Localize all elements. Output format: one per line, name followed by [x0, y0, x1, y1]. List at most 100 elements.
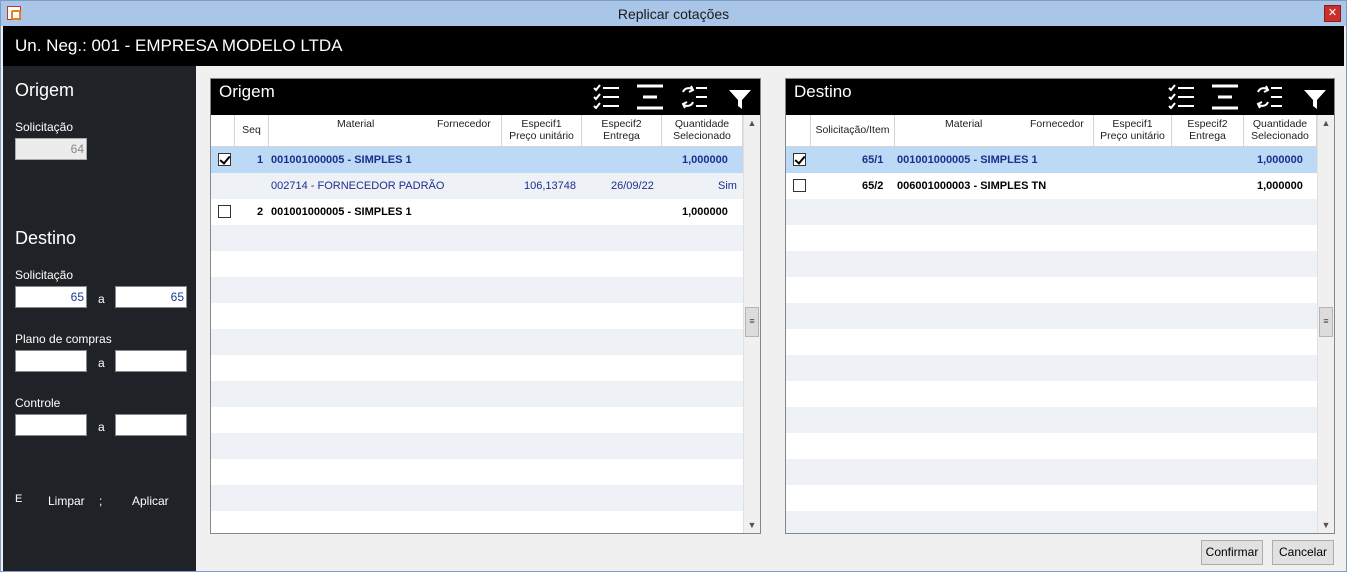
material-column-label: Material [337, 118, 375, 130]
range-separator: a [98, 420, 105, 434]
row-checkbox[interactable] [218, 205, 231, 218]
scroll-thumb[interactable]: ≡ [1319, 307, 1333, 337]
check-list-icon[interactable] [1166, 82, 1196, 112]
material-fornecedor-column-header[interactable]: Material Fornecedor [895, 115, 1094, 147]
origem-vertical-scrollbar[interactable]: ▲ ≡ ▼ [743, 115, 760, 533]
filter-icon[interactable] [725, 82, 755, 112]
espec2-column-header[interactable]: Especif2 Entrega [582, 115, 662, 147]
espec2-column-label: Especif2 [601, 118, 642, 130]
filter-icon[interactable] [1300, 82, 1330, 112]
origem-grid-header: Origem [211, 79, 760, 115]
espec1-column-header[interactable]: Especif1 Preço unitário [1094, 115, 1172, 147]
check-list-icon[interactable] [591, 82, 621, 112]
limpar-link[interactable]: Limpar [48, 494, 85, 508]
empty-row [786, 355, 1317, 381]
empty-row [211, 381, 743, 407]
destino-grid-header: Destino [786, 79, 1334, 115]
table-row[interactable]: 65/2 006001000003 - SIMPLES TN 1,000000 [786, 173, 1317, 199]
table-row[interactable]: 1 001001000005 - SIMPLES 1 1,000000 [211, 147, 743, 173]
origem-grid: Origem Seq Material Fornecedor Especif1 [210, 78, 761, 534]
material-cell: 001001000005 - SIMPLES 1 [271, 206, 412, 218]
select-column-header[interactable] [211, 115, 235, 147]
select-column-header[interactable] [786, 115, 811, 147]
destino-solicitacao-to-field[interactable] [115, 286, 187, 308]
quantidade-column-label: Quantidade [1252, 118, 1308, 130]
aplicar-link[interactable]: Aplicar [132, 494, 169, 508]
confirmar-button[interactable]: Confirmar [1201, 540, 1263, 565]
seq-column-header[interactable]: Seq [235, 115, 269, 147]
destino-solicitacao-label: Solicitação [15, 268, 74, 282]
scroll-thumb[interactable]: ≡ [745, 307, 759, 337]
material-fornecedor-column-header[interactable]: Material Fornecedor [269, 115, 502, 147]
row-checkbox[interactable] [218, 153, 231, 166]
empty-row [211, 277, 743, 303]
plano-compras-from-field[interactable] [15, 350, 87, 372]
empty-row [786, 433, 1317, 459]
empty-row [211, 251, 743, 277]
origem-solicitacao-field [15, 138, 87, 160]
destino-grid: Destino Solicitação/Item Material Fornec… [785, 78, 1335, 534]
empty-row [786, 251, 1317, 277]
replicar-cotacoes-window: Replicar cotações ✕ Un. Neg.: 001 - EMPR… [0, 0, 1347, 572]
destino-section-title: Destino [15, 228, 77, 248]
refresh-list-icon[interactable] [679, 82, 709, 112]
scroll-up-icon[interactable]: ▲ [1318, 115, 1334, 131]
empty-row [786, 199, 1317, 225]
destino-rows: 65/1 001001000005 - SIMPLES 1 1,000000 6… [786, 147, 1317, 533]
empty-row [211, 511, 743, 533]
empty-row [786, 277, 1317, 303]
espec1-column-label: Especif1 [1112, 118, 1153, 130]
title-bar: Replicar cotações ✕ [1, 1, 1346, 26]
destino-vertical-scrollbar[interactable]: ▲ ≡ ▼ [1317, 115, 1334, 533]
destino-solicitacao-from-field[interactable] [15, 286, 87, 308]
quantidade-cell: 1,000000 [1257, 154, 1303, 166]
controle-to-field[interactable] [115, 414, 187, 436]
fornecedor-column-label: Fornecedor [1030, 118, 1084, 130]
range-separator: a [98, 356, 105, 370]
entrega-cell: 26/09/22 [611, 180, 654, 192]
close-icon[interactable]: ✕ [1324, 5, 1341, 22]
empty-row [786, 303, 1317, 329]
refresh-list-icon[interactable] [1254, 82, 1284, 112]
material-cell: 001001000005 - SIMPLES 1 [897, 154, 1038, 166]
align-lines-icon[interactable] [1210, 82, 1240, 112]
empty-row [211, 433, 743, 459]
row-checkbox[interactable] [793, 153, 806, 166]
table-row[interactable]: 2 001001000005 - SIMPLES 1 1,000000 [211, 199, 743, 225]
empty-row [211, 485, 743, 511]
scroll-down-icon[interactable]: ▼ [1318, 517, 1334, 533]
quantidade-column-header[interactable]: Quantidade Selecionado [1244, 115, 1317, 147]
empty-row [211, 329, 743, 355]
espec1-column-label: Especif1 [521, 118, 562, 130]
material-cell: 006001000003 - SIMPLES TN [897, 180, 1047, 192]
controle-from-field[interactable] [15, 414, 87, 436]
empty-row [211, 459, 743, 485]
espec2-column-header[interactable]: Especif2 Entrega [1172, 115, 1244, 147]
scroll-up-icon[interactable]: ▲ [744, 115, 760, 131]
espec1-column-header[interactable]: Especif1 Preço unitário [502, 115, 582, 147]
material-cell: 001001000005 - SIMPLES 1 [271, 154, 412, 166]
empty-row [786, 407, 1317, 433]
selecionado-column-label: Selecionado [1251, 130, 1309, 142]
entrega-column-label: Entrega [603, 130, 640, 142]
business-unit-label: Un. Neg.: 001 - EMPRESA MODELO LTDA [3, 26, 1344, 66]
quantidade-column-header[interactable]: Quantidade Selecionado [662, 115, 743, 147]
origem-rows: 1 001001000005 - SIMPLES 1 1,000000 0027… [211, 147, 743, 533]
seq-cell: 2 [257, 206, 264, 218]
cancelar-button[interactable]: Cancelar [1272, 540, 1334, 565]
align-lines-icon[interactable] [635, 82, 665, 112]
controle-label: Controle [15, 396, 61, 410]
solicitacao-item-cell: 65/1 [862, 154, 884, 166]
destino-grid-title: Destino [794, 82, 852, 101]
plano-compras-to-field[interactable] [115, 350, 187, 372]
scroll-down-icon[interactable]: ▼ [744, 517, 760, 533]
table-row-supplier[interactable]: 002714 - FORNECEDOR PADRÃO 106,13748 26/… [211, 173, 743, 199]
table-row[interactable]: 65/1 001001000005 - SIMPLES 1 1,000000 [786, 147, 1317, 173]
destino-column-headers: Solicitação/Item Material Fornecedor Esp… [786, 115, 1317, 147]
empty-row [786, 329, 1317, 355]
solicitacao-item-column-header[interactable]: Solicitação/Item [811, 115, 895, 147]
row-checkbox[interactable] [793, 179, 806, 192]
link-separator: ; [99, 494, 103, 508]
fornecedor-cell: 002714 - FORNECEDOR PADRÃO [271, 180, 445, 192]
quantidade-cell: 1,000000 [682, 206, 728, 218]
